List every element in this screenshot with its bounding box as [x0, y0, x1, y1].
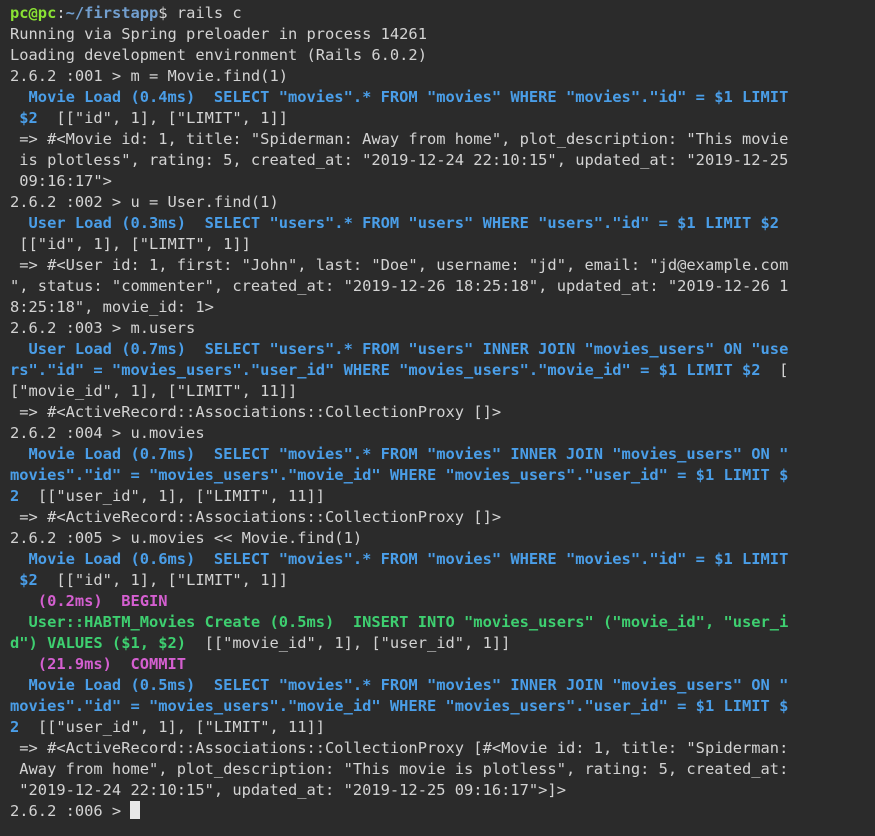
- terminal-line: rs"."id" = "movies_users"."user_id" WHER…: [10, 360, 870, 381]
- terminal-line: Loading development environment (Rails 6…: [10, 45, 870, 66]
- terminal-text-run: Running via Spring preloader in process …: [10, 25, 427, 43]
- terminal-line: User Load (0.7ms) SELECT "users".* FROM …: [10, 339, 870, 360]
- terminal-text-run: (0.2ms) BEGIN: [10, 592, 168, 610]
- terminal-text-run: 2.6.2 :003 > m.users: [10, 319, 196, 337]
- terminal-line: movies"."id" = "movies_users"."movie_id"…: [10, 465, 870, 486]
- terminal-line: Movie Load (0.5ms) SELECT "movies".* FRO…: [10, 675, 870, 696]
- terminal-line: User::HABTM_Movies Create (0.5ms) INSERT…: [10, 612, 870, 633]
- terminal-line: $2 [["id", 1], ["LIMIT", 1]]: [10, 570, 870, 591]
- terminal-text-run: 09:16:17">: [10, 172, 112, 190]
- terminal-text-run: :: [56, 4, 66, 22]
- terminal-text-run: => #<User id: 1, first: "John", last: "D…: [10, 256, 789, 274]
- terminal-text-run: Movie Load (0.4ms) SELECT "movies".* FRO…: [10, 88, 789, 106]
- terminal-line: (0.2ms) BEGIN: [10, 591, 870, 612]
- terminal-text-run: 2.6.2 :001 > m = Movie.find(1): [10, 67, 288, 85]
- terminal-text-run: $2: [10, 109, 38, 127]
- terminal-text-run: [["id", 1], ["LIMIT", 1]]: [37, 571, 288, 589]
- terminal-text-run: 2.6.2 :005 > u.movies << Movie.find(1): [10, 529, 363, 547]
- terminal-text-run: [: [760, 361, 789, 379]
- terminal-text-run: movies"."id" = "movies_users"."movie_id"…: [10, 697, 789, 715]
- terminal-line: => #<Movie id: 1, title: "Spiderman: Awa…: [10, 129, 870, 150]
- terminal-line: Running via Spring preloader in process …: [10, 24, 870, 45]
- text-cursor: [130, 801, 141, 819]
- terminal-text-run: pc@pc: [10, 4, 57, 22]
- terminal-output: pc@pc:~/firstapp$ rails c Running via Spr…: [10, 3, 870, 801]
- terminal-text-run: => #<ActiveRecord::Associations::Collect…: [10, 739, 789, 757]
- terminal-line: User Load (0.3ms) SELECT "users".* FROM …: [10, 213, 870, 234]
- terminal-line: [["id", 1], ["LIMIT", 1]]: [10, 234, 870, 255]
- terminal-line: => #<User id: 1, first: "John", last: "D…: [10, 255, 870, 276]
- terminal-text-run: movies"."id" = "movies_users"."movie_id"…: [10, 466, 789, 484]
- terminal-text-run: [["movie_id", 1], ["user_id", 1]]: [186, 634, 511, 652]
- terminal-line: $2 [["id", 1], ["LIMIT", 1]]: [10, 108, 870, 129]
- terminal-text-run: 2.6.2 :002 > u = User.find(1): [10, 193, 279, 211]
- terminal-line: 2.6.2 :001 > m = Movie.find(1): [10, 66, 870, 87]
- terminal-text-run: 2: [10, 718, 20, 736]
- terminal-line: => #<ActiveRecord::Associations::Collect…: [10, 402, 870, 423]
- terminal-text-run: => #<ActiveRecord::Associations::Collect…: [10, 403, 502, 421]
- terminal-text-run: [["id", 1], ["LIMIT", 1]]: [10, 235, 251, 253]
- terminal-line: "2019-12-24 22:10:15", updated_at: "2019…: [10, 780, 870, 801]
- terminal-text-run: (21.9ms) COMMIT: [10, 655, 187, 673]
- terminal-line: 2 [["user_id", 1], ["LIMIT", 11]]: [10, 486, 870, 507]
- terminal-text-run: Movie Load (0.7ms) SELECT "movies".* FRO…: [10, 445, 789, 463]
- terminal-line: 8:25:18", movie_id: 1>: [10, 297, 870, 318]
- terminal-line: movies"."id" = "movies_users"."movie_id"…: [10, 696, 870, 717]
- terminal-text-run: [["user_id", 1], ["LIMIT", 11]]: [19, 718, 326, 736]
- terminal-line: 2.6.2 :004 > u.movies: [10, 423, 870, 444]
- terminal-line: Away from home", plot_description: "This…: [10, 759, 870, 780]
- terminal-text-run: 2.6.2 :004 > u.movies: [10, 424, 205, 442]
- terminal-line: 2 [["user_id", 1], ["LIMIT", 11]]: [10, 717, 870, 738]
- terminal-line: ["movie_id", 1], ["LIMIT", 11]]: [10, 381, 870, 402]
- terminal-text-run: $2: [10, 571, 38, 589]
- terminal-text-run: User Load (0.7ms) SELECT "users".* FROM …: [10, 340, 789, 358]
- terminal-text-run: ", status: "commenter", created_at: "201…: [10, 277, 789, 295]
- terminal-text-run: rs"."id" = "movies_users"."user_id" WHER…: [10, 361, 761, 379]
- terminal-line: 09:16:17">: [10, 171, 870, 192]
- terminal-text-run: Loading development environment (Rails 6…: [10, 46, 427, 64]
- terminal-line: is plotless", rating: 5, created_at: "20…: [10, 150, 870, 171]
- terminal-line: 2.6.2 :003 > m.users: [10, 318, 870, 339]
- terminal-text-run: Away from home", plot_description: "This…: [10, 760, 789, 778]
- terminal-text-run: "2019-12-24 22:10:15", updated_at: "2019…: [10, 781, 566, 799]
- terminal-line: pc@pc:~/firstapp$ rails c: [10, 3, 870, 24]
- terminal-text-run: Movie Load (0.6ms) SELECT "movies".* FRO…: [10, 550, 789, 568]
- terminal-text-run: $ rails c: [158, 4, 242, 22]
- terminal-text-run: d") VALUES ($1, $2): [10, 634, 187, 652]
- terminal-text-run: => #<ActiveRecord::Associations::Collect…: [10, 508, 502, 526]
- terminal-text-run: [["user_id", 1], ["LIMIT", 11]]: [19, 487, 326, 505]
- terminal-window[interactable]: pc@pc:~/firstapp$ rails c Running via Spr…: [10, 3, 870, 822]
- terminal-line: ", status: "commenter", created_at: "201…: [10, 276, 870, 297]
- terminal-line: => #<ActiveRecord::Associations::Collect…: [10, 738, 870, 759]
- terminal-line: Movie Load (0.4ms) SELECT "movies".* FRO…: [10, 87, 870, 108]
- terminal-text-run: User Load (0.3ms) SELECT "users".* FROM …: [10, 214, 780, 232]
- terminal-text-run: User::HABTM_Movies Create (0.5ms) INSERT…: [10, 613, 789, 631]
- terminal-text-run: => #<Movie id: 1, title: "Spiderman: Awa…: [10, 130, 789, 148]
- terminal-line: => #<ActiveRecord::Associations::Collect…: [10, 507, 870, 528]
- terminal-text-run: 8:25:18", movie_id: 1>: [10, 298, 214, 316]
- terminal-text-run: 2: [10, 487, 20, 505]
- terminal-line: 2.6.2 :005 > u.movies << Movie.find(1): [10, 528, 870, 549]
- terminal-line: Movie Load (0.6ms) SELECT "movies".* FRO…: [10, 549, 870, 570]
- terminal-text-run: [["id", 1], ["LIMIT", 1]]: [37, 109, 288, 127]
- terminal-text-run: Movie Load (0.5ms) SELECT "movies".* FRO…: [10, 676, 789, 694]
- terminal-text-run: ["movie_id", 1], ["LIMIT", 11]]: [10, 382, 298, 400]
- terminal-line: d") VALUES ($1, $2) [["movie_id", 1], ["…: [10, 633, 870, 654]
- terminal-line: Movie Load (0.7ms) SELECT "movies".* FRO…: [10, 444, 870, 465]
- terminal-line: 2.6.2 :002 > u = User.find(1): [10, 192, 870, 213]
- active-prompt-line[interactable]: 2.6.2 :006 >: [10, 801, 870, 822]
- terminal-text-run: is plotless", rating: 5, created_at: "20…: [10, 151, 789, 169]
- terminal-line: (21.9ms) COMMIT: [10, 654, 870, 675]
- terminal-text-run: ~/firstapp: [65, 4, 159, 22]
- prompt-text: 2.6.2 :006 >: [10, 802, 131, 820]
